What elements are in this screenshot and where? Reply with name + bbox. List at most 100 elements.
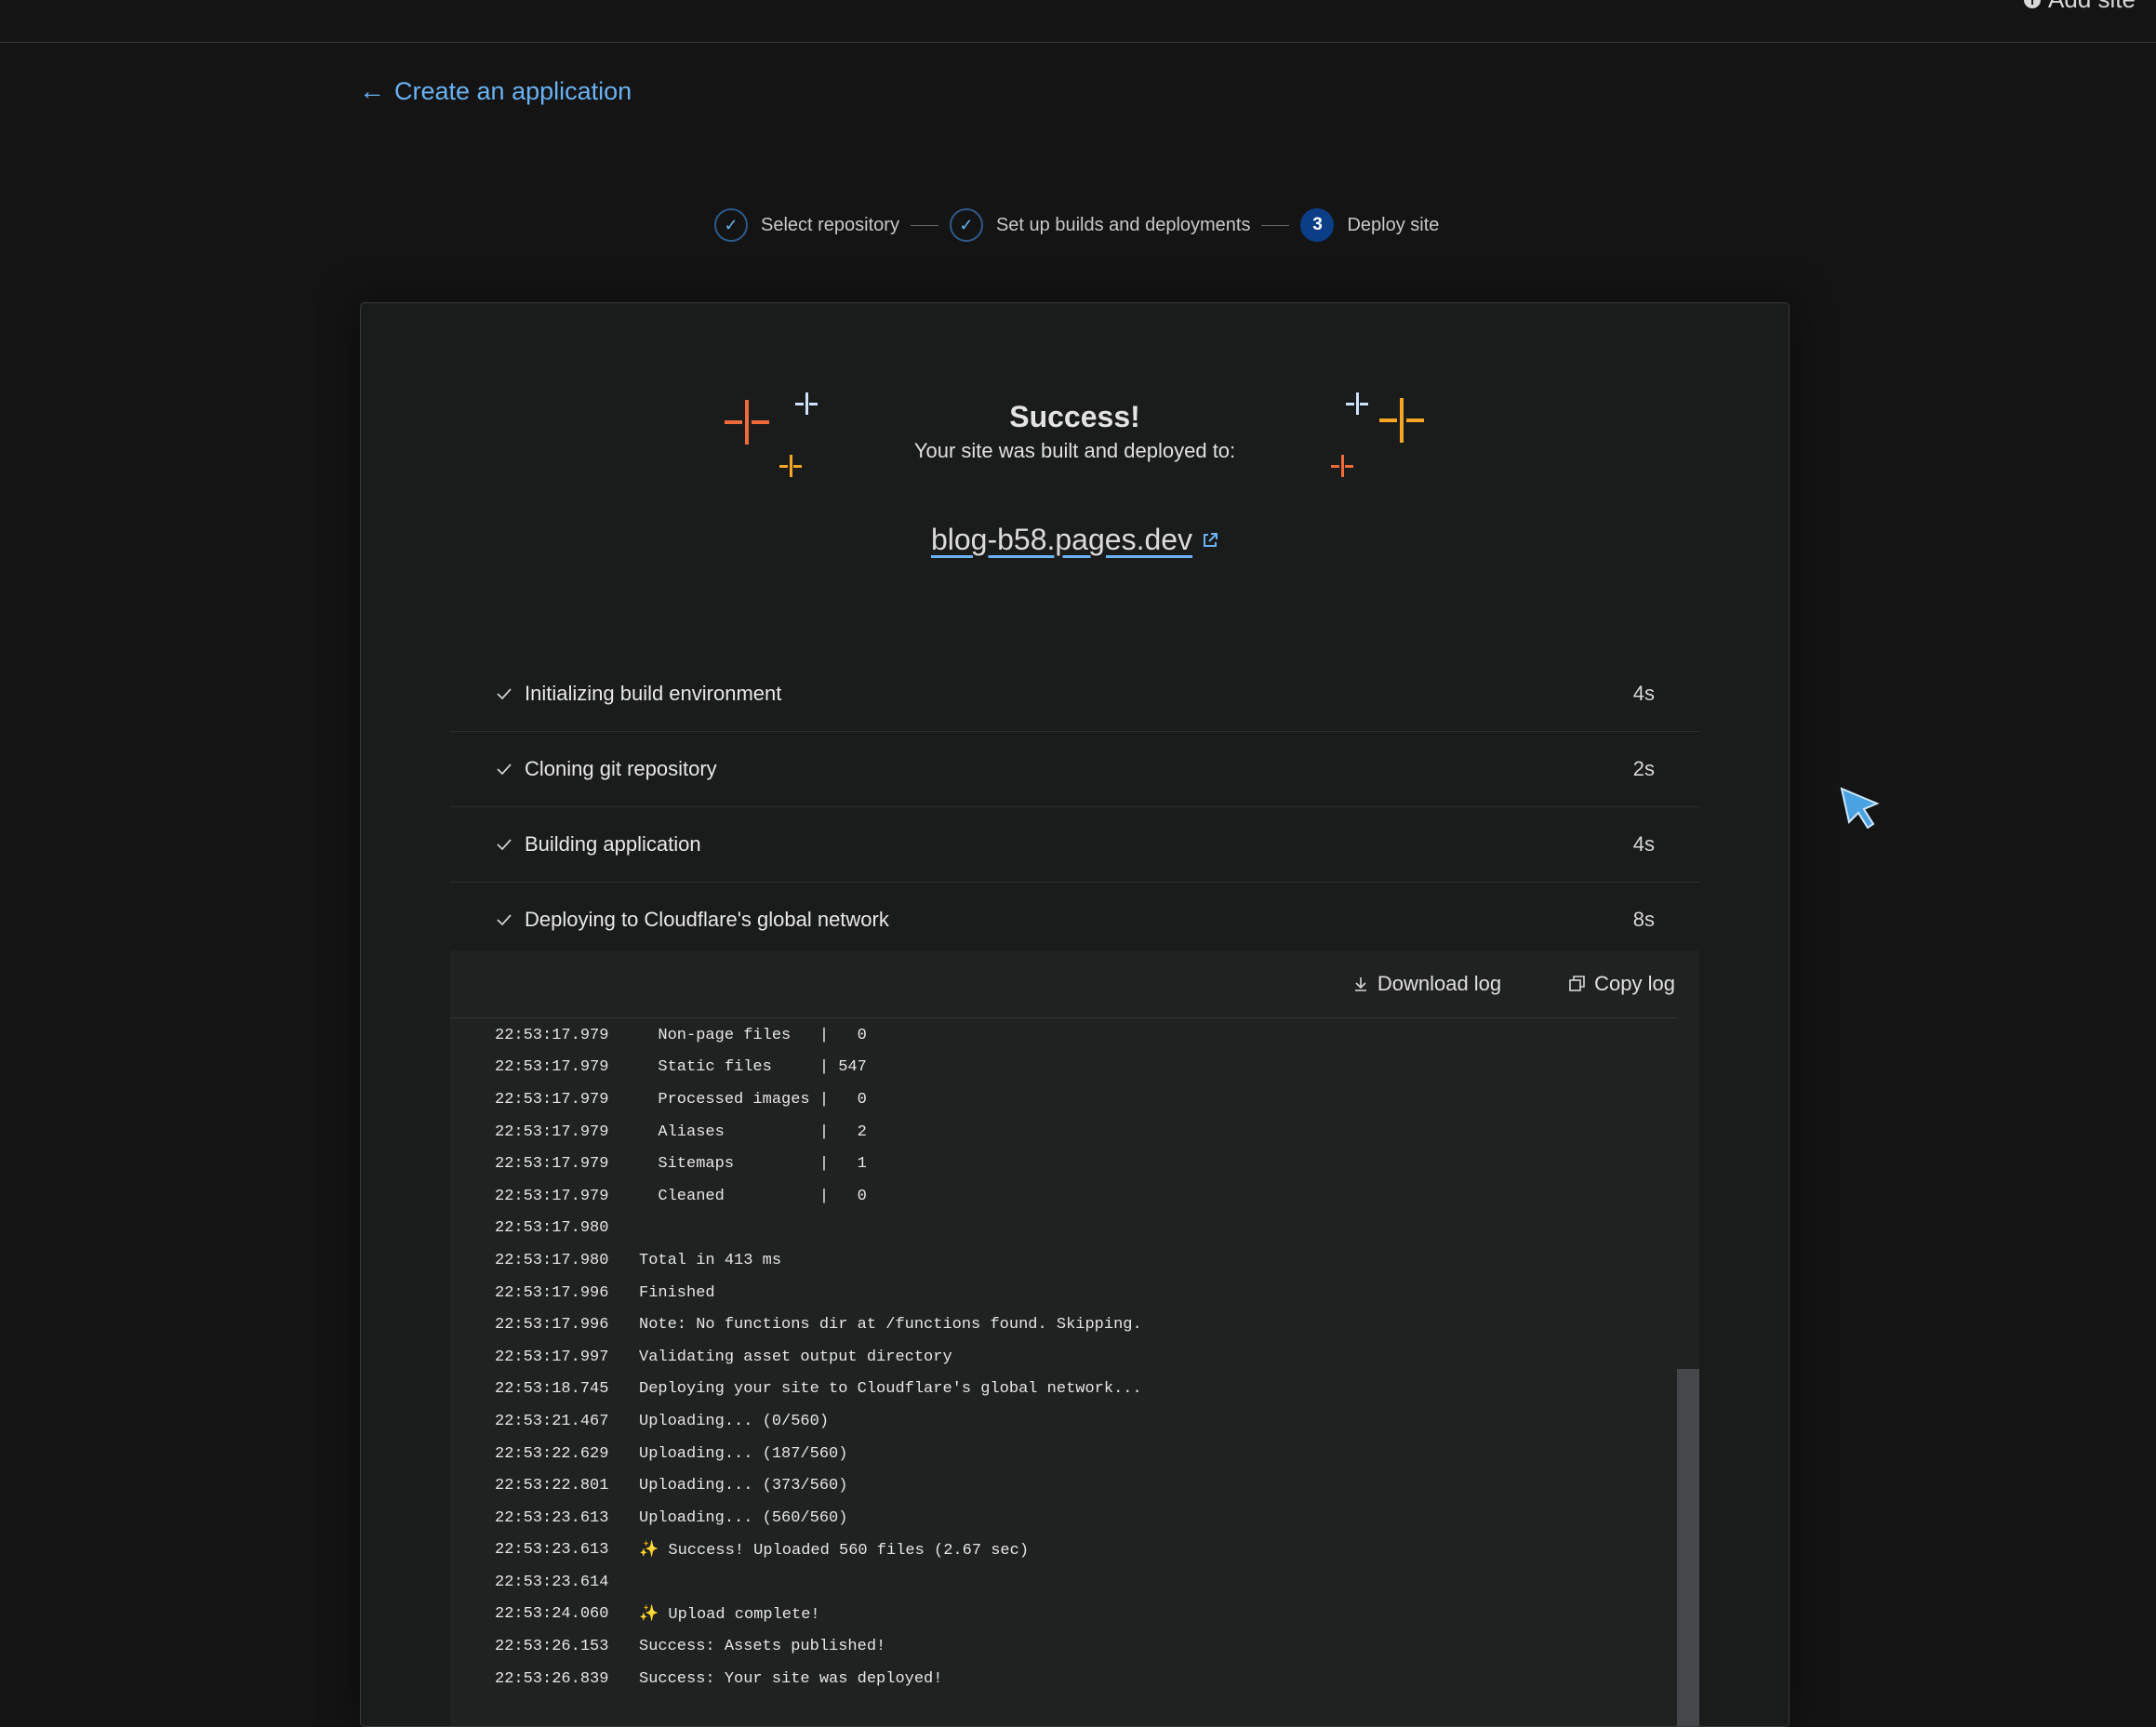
log-line: 22:53:26.839 Success: Your site was deplo…: [450, 1663, 1678, 1695]
build-step-duration: 2s: [1632, 757, 1655, 780]
log-scrollbar[interactable]: [1677, 1017, 1699, 1726]
log-message: Uploading... (373/560): [639, 1477, 848, 1495]
log-message: Sitemaps | 1: [639, 1155, 867, 1174]
add-site-label: Add site: [2048, 0, 2136, 14]
log-timestamp: 22:53:26.839: [495, 1669, 609, 1688]
step-label-setup-builds: Set up builds and deployments: [995, 214, 1251, 235]
log-timestamp: 22:53:17.980: [495, 1219, 609, 1238]
log-message: ✨ Upload complete!: [639, 1606, 820, 1625]
log-line: 22:53:18.745 Deploying your site to Cloud…: [450, 1374, 1678, 1406]
log-line: 22:53:17.980 Total in 413 ms: [450, 1244, 1678, 1277]
log-timestamp: 22:53:18.745: [495, 1380, 609, 1399]
log-message: Note: No functions dir at /functions fou…: [639, 1316, 1142, 1335]
check-icon: [497, 914, 512, 926]
log-timestamp: 22:53:17.979: [495, 1090, 609, 1109]
log-line: 22:53:17.979 Sitemaps | 1: [450, 1148, 1678, 1180]
check-icon: [497, 688, 512, 700]
arrow-left-icon: ←: [359, 76, 385, 105]
log-timestamp: 22:53:17.979: [495, 1187, 609, 1205]
log-line: 22:53:17.979 Cleaned | 0: [450, 1180, 1678, 1213]
download-log-button[interactable]: Download log: [1351, 972, 1501, 996]
stepper: ✓ Select repository ✓ Set up builds and …: [714, 208, 1439, 242]
build-step-name: Building application: [525, 832, 701, 856]
log-timestamp: 22:53:17.980: [495, 1251, 609, 1269]
log-timestamp: 22:53:17.979: [495, 1123, 609, 1141]
log-message: Aliases | 2: [639, 1123, 867, 1141]
check-icon: [497, 839, 512, 851]
build-step-duration: 8s: [1632, 908, 1655, 931]
log-line: 22:53:17.979 Processed images | 0: [450, 1083, 1678, 1116]
log-message: Validating asset output directory: [639, 1348, 952, 1366]
log-timestamp: 22:53:23.613: [495, 1508, 609, 1527]
success-title: Success!: [1009, 400, 1140, 433]
log-lines: 22:53:17.979 Non-page files | 0 22:53:17.…: [450, 1019, 1678, 1694]
log-line: 22:53:17.979 Aliases | 2: [450, 1116, 1678, 1149]
success-subtitle: Your site was built and deployed to:: [913, 439, 1236, 462]
build-step-row[interactable]: Initializing build environment 4s: [450, 657, 1699, 732]
copy-log-button[interactable]: Copy log: [1568, 972, 1675, 996]
log-timestamp: 22:53:26.153: [495, 1638, 609, 1656]
log-line: 22:53:23.614: [450, 1566, 1678, 1599]
log-line: 22:53:22.629 Uploading... (187/560): [450, 1438, 1678, 1470]
log-line: 22:53:17.996 Note: No functions dir at /f…: [450, 1309, 1678, 1341]
log-line: 22:53:17.979 Non-page files | 0: [450, 1019, 1678, 1052]
log-message: Static files | 547: [639, 1058, 867, 1077]
log-line: 22:53:23.613 Uploading... (560/560): [450, 1502, 1678, 1534]
log-message: Success: Your site was deployed!: [639, 1669, 943, 1688]
log-timestamp: 22:53:23.613: [495, 1541, 609, 1560]
build-step-name: Deploying to Cloudflare's global network: [525, 908, 889, 931]
log-timestamp: 22:53:17.997: [495, 1348, 609, 1366]
log-message: Deploying your site to Cloudflare's glob…: [639, 1380, 1142, 1399]
deploy-result-card: Success! Your site was built and deploye…: [360, 302, 1790, 1727]
step-check-icon: ✓: [714, 208, 748, 242]
back-link-label: Create an application: [394, 76, 632, 105]
build-step-duration: 4s: [1632, 682, 1655, 705]
build-log-panel: Download log Copy log 22:53:17.979 Non-p…: [450, 950, 1699, 1726]
log-toolbar: Download log Copy log: [450, 950, 1699, 1018]
log-timestamp: 22:53:17.979: [495, 1058, 609, 1077]
log-timestamp: 22:53:17.996: [495, 1316, 609, 1335]
build-step-row[interactable]: Building application 4s: [450, 807, 1699, 883]
log-timestamp: 22:53:23.614: [495, 1573, 609, 1591]
log-message: Total in 413 ms: [639, 1251, 782, 1269]
external-link-icon[interactable]: [1202, 532, 1218, 549]
top-bar: i Add site: [0, 0, 2156, 43]
log-timestamp: 22:53:17.979: [495, 1026, 609, 1044]
cursor-icon: [1840, 787, 1880, 830]
log-message: ✨ Success! Uploaded 560 files (2.67 sec): [639, 1542, 1030, 1561]
log-timestamp: 22:53:17.996: [495, 1283, 609, 1302]
log-message: Processed images | 0: [639, 1090, 867, 1109]
log-message: Uploading... (560/560): [639, 1508, 848, 1527]
step-label-select-repository: Select repository: [761, 214, 899, 235]
log-timestamp: 22:53:24.060: [495, 1605, 609, 1624]
log-line: 22:53:17.996 Finished: [450, 1277, 1678, 1309]
log-line: 22:53:21.467 Uploading... (0/560): [450, 1405, 1678, 1438]
build-step-row[interactable]: Deploying to Cloudflare's global network…: [450, 883, 1699, 957]
log-message: Finished: [639, 1283, 715, 1302]
step-separator: [1261, 224, 1290, 226]
log-message: Success: Assets published!: [639, 1638, 886, 1656]
log-line: 22:53:24.060 ✨ Upload complete!: [450, 1599, 1678, 1631]
info-icon: i: [2024, 0, 2042, 8]
back-link[interactable]: ← Create an application: [359, 76, 632, 106]
log-line: 22:53:17.979 Static files | 547: [450, 1052, 1678, 1084]
log-scrollbar-thumb[interactable]: [1677, 1369, 1699, 1726]
step-label-deploy-site: Deploy site: [1347, 214, 1440, 235]
build-step-duration: 4s: [1632, 832, 1655, 856]
add-site-button[interactable]: i Add site: [2024, 0, 2136, 14]
copy-icon: [1569, 976, 1585, 991]
log-line: 22:53:26.153 Success: Assets published!: [450, 1630, 1678, 1663]
log-timestamp: 22:53:22.629: [495, 1444, 609, 1463]
site-link-row: blog-b58.pages.dev: [361, 523, 1789, 557]
log-timestamp: 22:53:22.801: [495, 1477, 609, 1495]
download-log-label: Download log: [1377, 972, 1502, 995]
copy-log-label: Copy log: [1594, 972, 1675, 995]
site-url-link[interactable]: blog-b58.pages.dev: [931, 523, 1192, 557]
step-separator: [910, 224, 938, 226]
log-line: 22:53:22.801 Uploading... (373/560): [450, 1469, 1678, 1502]
log-message: Non-page files | 0: [639, 1026, 867, 1044]
build-step-row[interactable]: Cloning git repository 2s: [450, 732, 1699, 807]
build-steps-list: Initializing build environment 4s Clonin…: [450, 657, 1699, 957]
log-timestamp: 22:53:21.467: [495, 1412, 609, 1430]
step-check-icon: ✓: [949, 208, 983, 242]
